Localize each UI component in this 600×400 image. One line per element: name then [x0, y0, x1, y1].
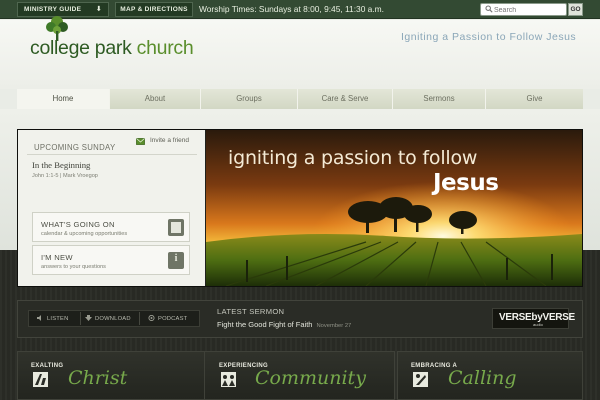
nav-groups[interactable]: Groups — [201, 89, 298, 109]
separator — [139, 312, 140, 325]
search-input[interactable] — [494, 5, 564, 15]
whats-going-on-sub: calendar & upcoming opportunities — [41, 231, 128, 237]
divider — [27, 154, 197, 155]
calling-title: Calling — [448, 367, 517, 389]
hero-headline-line2: Jesus — [433, 170, 499, 196]
podcast-label: PODCAST — [158, 316, 188, 322]
verse-by-verse-button[interactable]: VERSEbyVERSE audio — [492, 308, 575, 329]
calling-icon — [413, 372, 428, 387]
ministry-guide-label: MINISTRY GUIDE — [24, 6, 82, 13]
nav-give[interactable]: Give — [486, 89, 583, 109]
invite-friend-link[interactable]: Invite a friend — [150, 137, 189, 144]
christ-title: Christ — [68, 367, 128, 389]
nav-about[interactable]: About — [110, 89, 201, 109]
info-icon: i — [168, 252, 184, 269]
logo-college-park: college park — [30, 37, 132, 59]
im-new-box[interactable]: I'M NEW answers to your questions i — [32, 245, 190, 275]
envelope-icon[interactable] — [136, 138, 145, 145]
logo-church: church — [136, 37, 194, 59]
search-box[interactable] — [480, 3, 567, 16]
tagline: Igniting a Passion to Follow Jesus — [401, 31, 577, 43]
download-button[interactable]: DOWNLOAD — [85, 315, 131, 322]
community-icon — [221, 372, 236, 387]
calendar-icon — [168, 219, 184, 236]
search-go-button[interactable]: GO — [568, 3, 583, 16]
listen-button[interactable]: LISTEN — [37, 315, 69, 322]
verse-by-verse-sub: audio — [533, 322, 543, 327]
download-arrow-icon: ⬇ — [95, 6, 102, 13]
im-new-sub: answers to your questions — [41, 264, 106, 270]
download-label: DOWNLOAD — [95, 316, 131, 322]
nav-home[interactable]: Home — [17, 89, 110, 109]
im-new-title: I'M NEW — [41, 253, 73, 262]
map-directions-button[interactable]: MAP & DIRECTIONS — [115, 2, 193, 17]
upcoming-sermon-title[interactable]: In the Beginning — [32, 160, 90, 170]
search-icon — [485, 5, 493, 13]
worship-times: Worship Times: Sundays at 8:00, 9:45, 11… — [199, 4, 384, 14]
download-icon — [85, 315, 92, 321]
latest-sermon-title: Fight the Good Fight of Faith — [217, 320, 313, 329]
separator — [80, 312, 81, 325]
cross-icon — [33, 372, 48, 387]
main-nav: Home About Groups Care & Serve Sermons G… — [17, 89, 583, 109]
upcoming-heading: UPCOMING SUNDAY — [34, 143, 116, 152]
latest-sermon-date: November 27 — [316, 323, 352, 329]
listen-label: LISTEN — [47, 316, 69, 322]
podcast-button[interactable]: PODCAST — [148, 315, 187, 322]
latest-sermon-label: LATEST SERMON — [217, 307, 285, 316]
site-logo[interactable]: college park church — [30, 37, 194, 60]
whats-going-on-box[interactable]: WHAT'S GOING ON calendar & upcoming oppo… — [32, 212, 190, 242]
upcoming-sermon-meta: John 1:1-5 | Mark Vroegop — [32, 173, 98, 179]
speaker-icon — [37, 315, 41, 321]
latest-sermon-link[interactable]: Fight the Good Fight of Faith November 27 — [217, 320, 351, 329]
hero-headline-line1: igniting a passion to follow — [228, 147, 478, 169]
nav-sermons[interactable]: Sermons — [393, 89, 486, 109]
exalting-label: EXALTING — [31, 363, 64, 369]
nav-care-serve[interactable]: Care & Serve — [298, 89, 393, 109]
community-title: Community — [255, 367, 366, 389]
podcast-icon — [148, 315, 155, 321]
whats-going-on-title: WHAT'S GOING ON — [41, 220, 115, 229]
